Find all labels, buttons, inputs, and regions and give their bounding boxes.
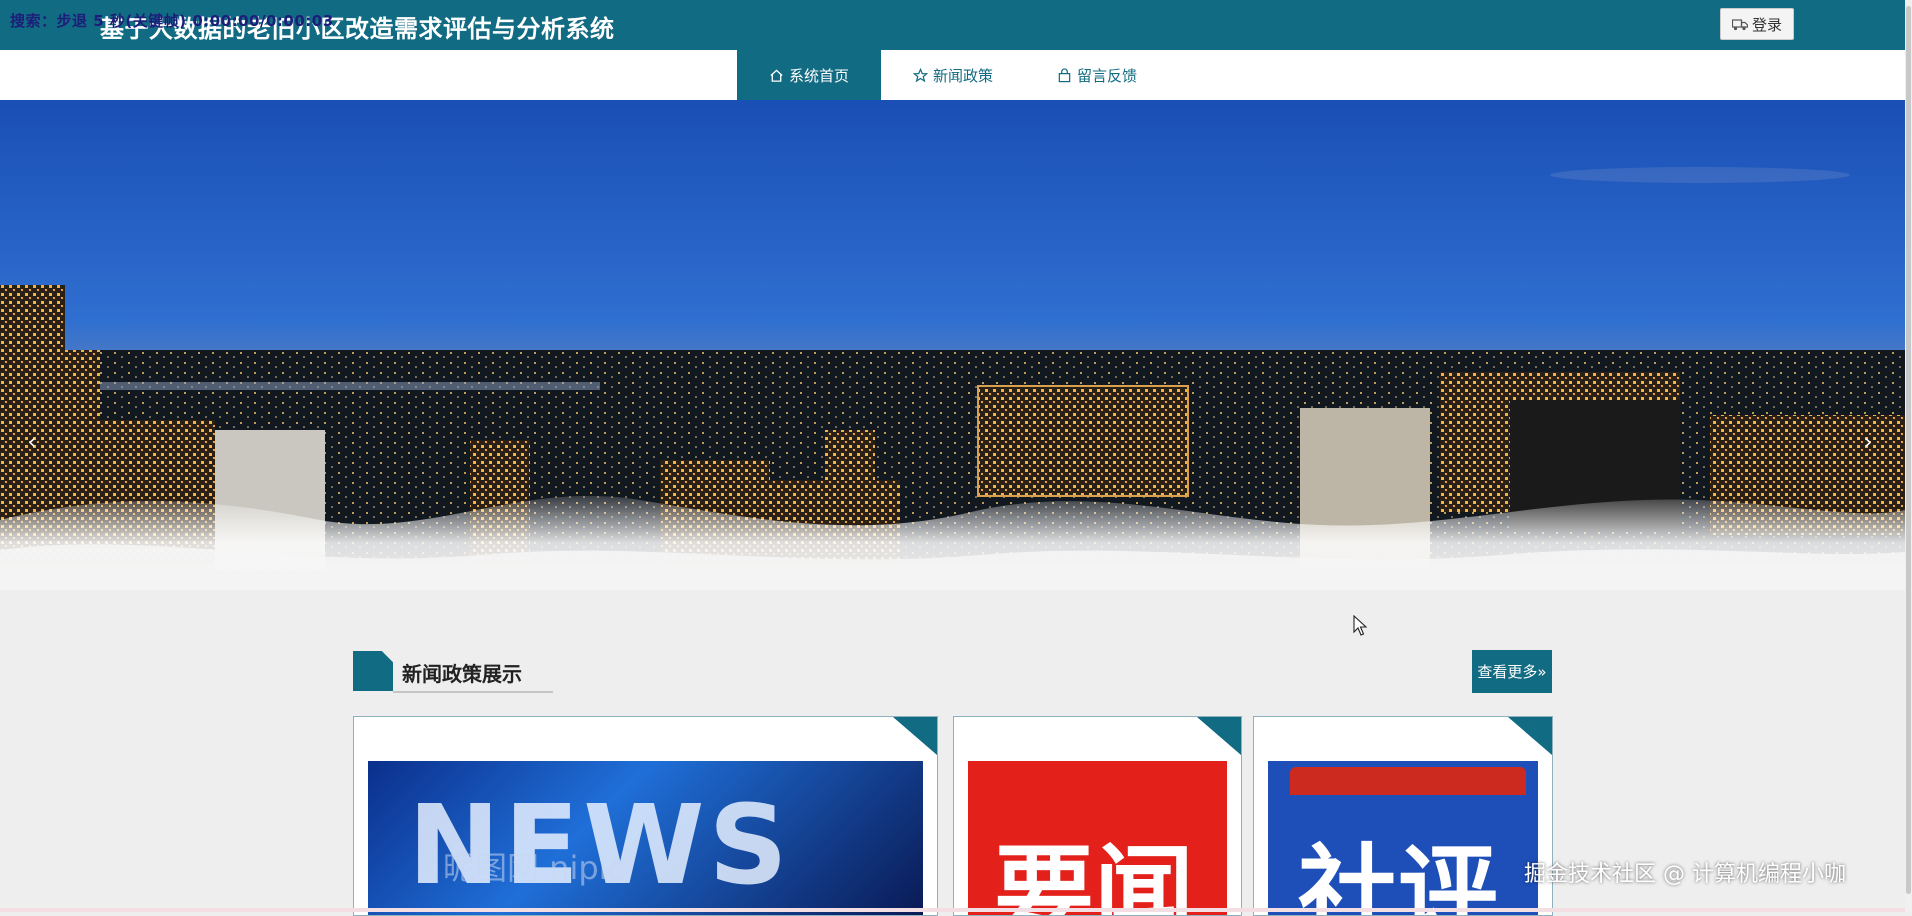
news-section-header: 新闻政策展示 bbox=[353, 651, 553, 694]
bottom-edge-line bbox=[0, 908, 1905, 912]
player-overlay-text: 搜索：步退 5 秒(关键帧) 0:00:00/0:00:03 bbox=[10, 12, 334, 30]
card-corner-decoration bbox=[1508, 717, 1552, 755]
main-nav: 系统首页 新闻政策 留言反馈 bbox=[0, 50, 1912, 100]
city-skyline-image bbox=[0, 100, 1905, 590]
nav-label-news-policy: 新闻政策 bbox=[932, 66, 993, 85]
login-button[interactable]: 登录 bbox=[1720, 8, 1794, 40]
news-image-text: 社评 bbox=[1298, 834, 1498, 915]
image-red-band bbox=[1290, 767, 1526, 795]
mouse-cursor-icon bbox=[1353, 615, 1367, 636]
card-corner-decoration bbox=[1197, 717, 1241, 755]
section-marker-icon bbox=[353, 651, 393, 691]
top-header: 基于大数据的老旧小区改造需求评估与分析系统 搜索：步退 5 秒(关键帧) 0:0… bbox=[0, 0, 1912, 50]
news-card[interactable]: NEWS 昵图网 nipic bbox=[353, 716, 938, 916]
nav-item-news-policy[interactable]: 新闻政策 bbox=[881, 50, 1025, 100]
nav-label-feedback: 留言反馈 bbox=[1076, 66, 1137, 85]
hero-banner: ‹ › bbox=[0, 100, 1905, 590]
nav-label-home: 系统首页 bbox=[788, 66, 849, 85]
banner-next-arrow[interactable]: › bbox=[1858, 430, 1878, 456]
bag-icon bbox=[1058, 67, 1071, 82]
news-card-image: NEWS 昵图网 nipic bbox=[368, 761, 923, 915]
home-icon bbox=[770, 68, 783, 82]
news-image-subtext: 昵图网 nipic bbox=[443, 849, 626, 887]
star-icon bbox=[912, 67, 928, 82]
nav-item-feedback[interactable]: 留言反馈 bbox=[1025, 50, 1169, 100]
news-image-text: 要闻 bbox=[994, 834, 1194, 915]
news-card[interactable]: 社评 bbox=[1253, 716, 1553, 916]
nav-item-home[interactable]: 系统首页 bbox=[737, 50, 881, 100]
view-more-button[interactable]: 查看更多» bbox=[1472, 650, 1552, 693]
news-card-image: 要闻 bbox=[968, 761, 1227, 915]
card-corner-decoration bbox=[893, 717, 937, 755]
section-underline bbox=[393, 691, 553, 693]
login-label: 登录 bbox=[1751, 15, 1782, 34]
news-card[interactable]: 要闻 bbox=[953, 716, 1242, 916]
truck-icon bbox=[1731, 18, 1748, 30]
section-title: 新闻政策展示 bbox=[402, 662, 522, 686]
news-card-image: 社评 bbox=[1268, 761, 1538, 915]
scrollbar-thumb[interactable] bbox=[1906, 6, 1911, 894]
banner-prev-arrow[interactable]: ‹ bbox=[22, 430, 42, 456]
watermark-text: 掘金技术社区 @ 计算机编程小咖 bbox=[1524, 862, 1846, 887]
